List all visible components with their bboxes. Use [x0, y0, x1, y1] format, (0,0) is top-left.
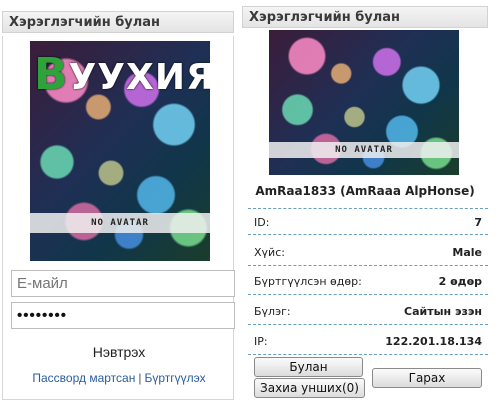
site-logo: BУУХИЯ.КОМ	[34, 49, 210, 100]
link-separator: |	[138, 371, 142, 385]
profile-row-ip: IP: 122.201.18.134	[248, 328, 488, 355]
logout-button[interactable]: Гарах	[372, 368, 482, 388]
row-value: Сайтын эзэн	[404, 305, 482, 318]
register-link[interactable]: Бүртгүүлэх	[144, 371, 205, 385]
email-field[interactable]	[11, 270, 235, 297]
profile-row-id: ID: 7	[248, 208, 488, 235]
auth-links: Пассворд мартсан | Бүртгүүлэх	[7, 371, 231, 385]
password-field[interactable]	[11, 302, 235, 329]
profile-row-group: Бүлэг: Сайтын эзэн	[248, 298, 488, 325]
profile-username: AmRaa1833 (AmRaaa AlpHonse)	[255, 184, 475, 198]
login-panel-header: Хэрэглэгчийн булан	[2, 11, 234, 33]
row-label: Бүлэг:	[254, 305, 291, 318]
profile-panel: NO AVATAR AmRaa1833 (AmRaaa AlpHonse) ID…	[242, 6, 488, 400]
avatar: BУУХИЯ.КОМ NO AVATAR	[30, 41, 210, 261]
profile-row-gender: Хүйс: Male	[248, 239, 488, 266]
profile-no-avatar-label: NO AVATAR	[269, 142, 459, 158]
row-value: 2 өдөр	[438, 275, 482, 288]
row-label: IP:	[254, 335, 268, 348]
forgot-password-link[interactable]: Пассворд мартсан	[32, 371, 135, 385]
row-value: 122.201.18.134	[385, 335, 482, 348]
login-panel: BУУХИЯ.КОМ NO AVATAR Нэвтрэх Пассворд ма…	[2, 36, 235, 400]
profile-avatar: NO AVATAR	[269, 30, 459, 175]
profile-row-registered: Бүртгүүлсэн өдөр: 2 өдөр	[248, 268, 488, 295]
corner-button[interactable]: Булан	[254, 357, 363, 377]
row-label: Хүйс:	[254, 246, 285, 259]
login-panel-title: Хэрэглэгчийн булан	[9, 15, 161, 30]
row-label: Бүртгүүлсэн өдөр:	[254, 275, 362, 288]
row-value: 7	[474, 216, 482, 229]
logo-text: УУХИЯ.КОМ	[68, 57, 210, 98]
no-avatar-label: NO AVATAR	[30, 213, 210, 233]
row-value: Male	[452, 246, 482, 259]
login-button[interactable]: Нэвтрэх	[7, 344, 231, 360]
logo-letter: B	[34, 49, 69, 100]
row-label: ID:	[254, 216, 270, 229]
read-messages-button[interactable]: Захиа унших(0)	[254, 378, 365, 398]
